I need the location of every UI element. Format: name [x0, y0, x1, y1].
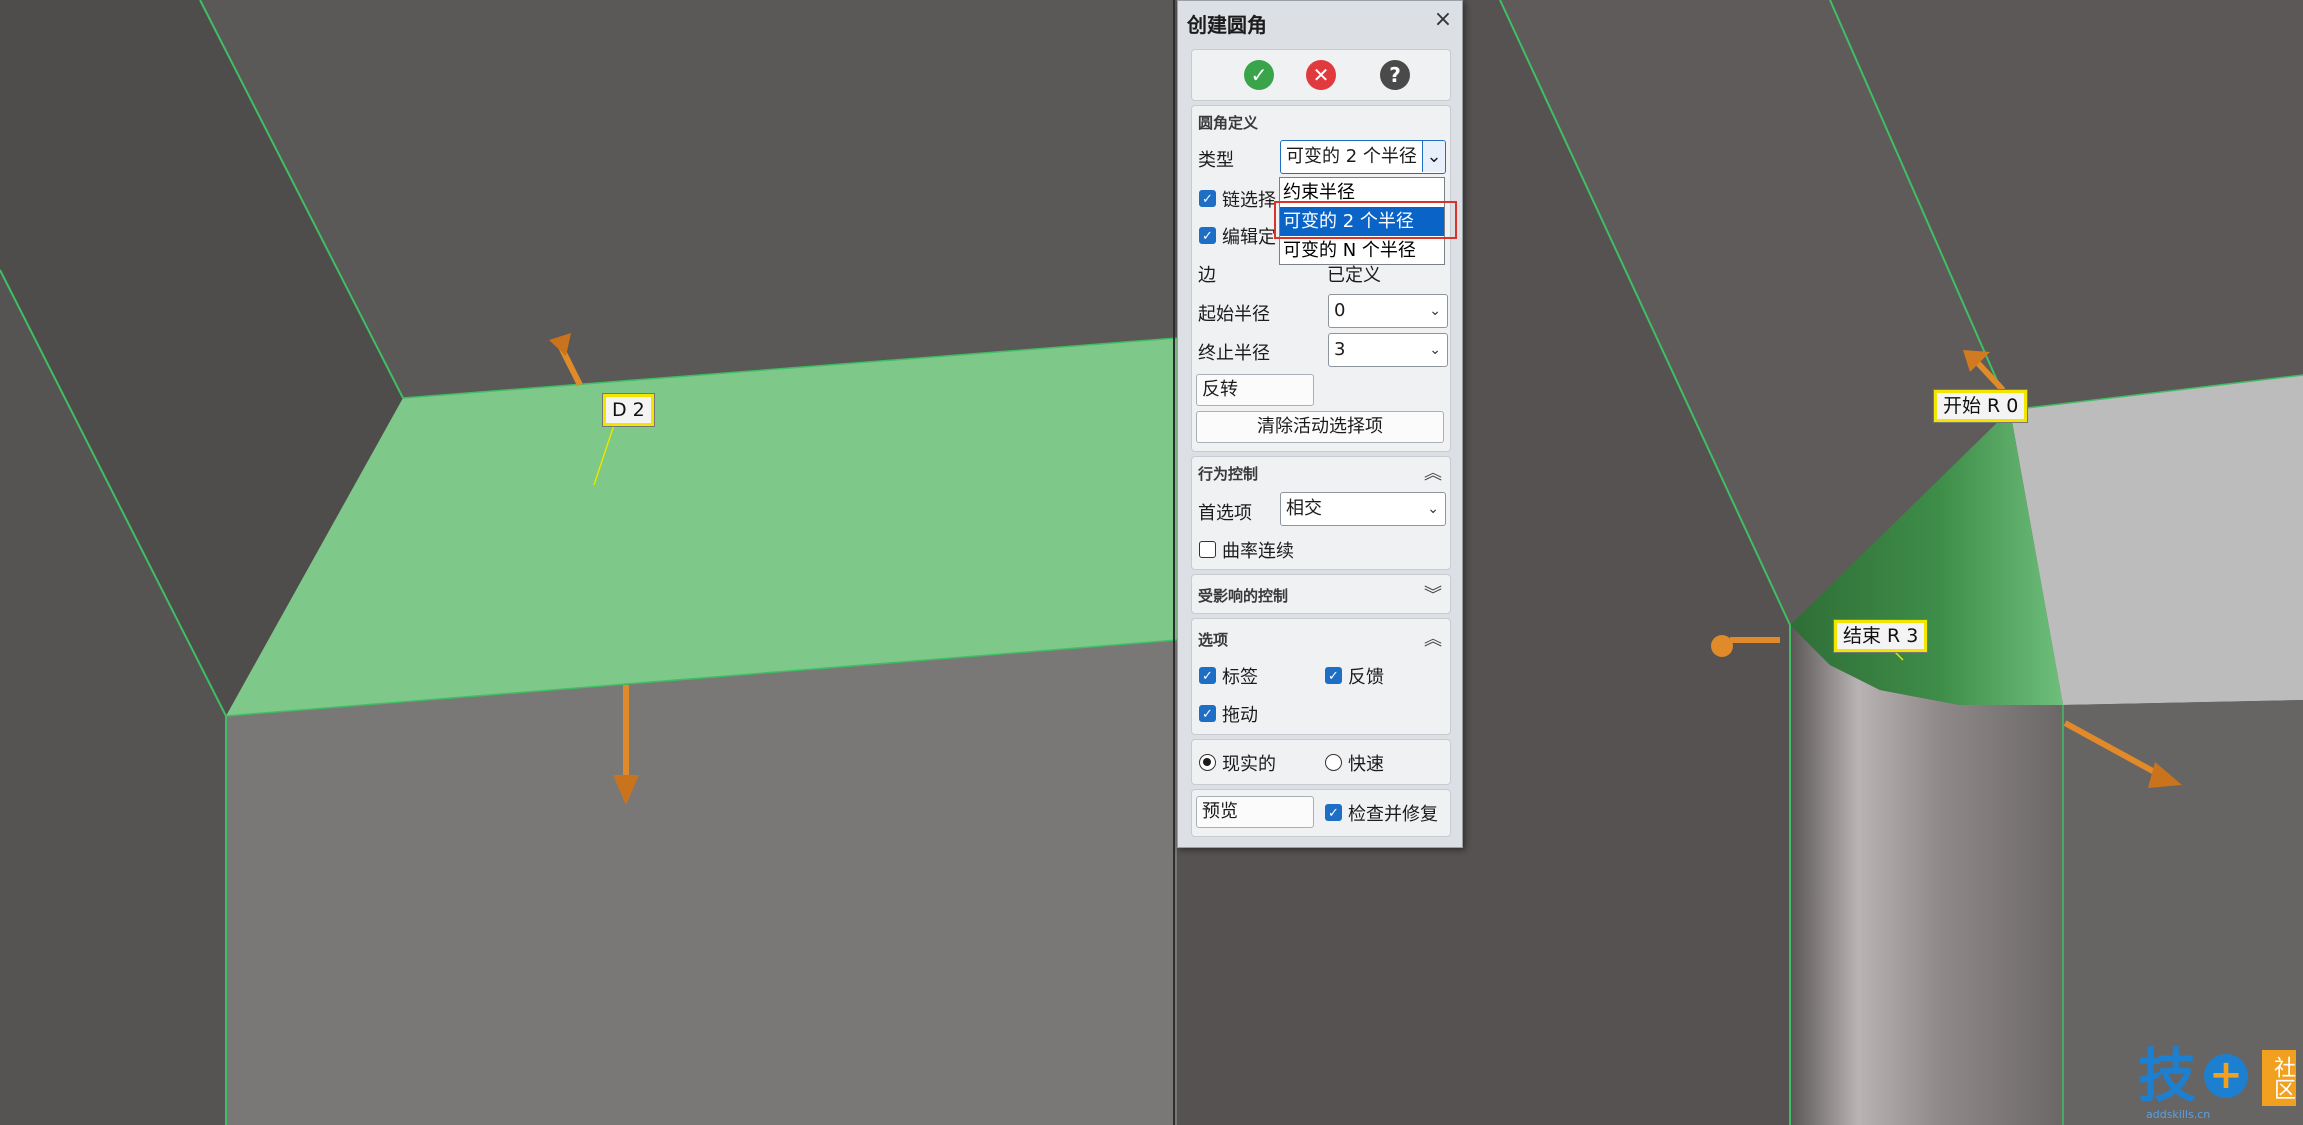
- preference-value: 相交: [1286, 498, 1322, 519]
- behavior-control-panel: 行为控制 ︽ 首选项 相交 ⌄ 曲率连续: [1191, 456, 1451, 570]
- fast-label: 快速: [1348, 754, 1384, 775]
- help-icon: ?: [1389, 63, 1401, 87]
- start-radius-select[interactable]: 0 ⌄: [1328, 294, 1448, 328]
- label-option-label: 标签: [1222, 667, 1258, 688]
- collapse-icon[interactable]: ︽: [1424, 459, 1442, 485]
- preview-button[interactable]: 预览: [1196, 796, 1314, 828]
- chevron-down-icon: ⌄: [1427, 501, 1439, 517]
- curvature-continuous-label: 曲率连续: [1222, 541, 1294, 562]
- start-radius-tag[interactable]: 开始 R 0: [1934, 390, 2028, 422]
- left-front-face: [226, 640, 1177, 1125]
- check-repair-label: 检查并修复: [1348, 804, 1438, 825]
- check-repair-checkbox[interactable]: ✓: [1325, 804, 1342, 821]
- create-fillet-dialog: 创建圆角 × ✓ ✕ ? 圆角定义 类型 可变的 2 个半径 ⌄ ✓ 链选择 ✓…: [1177, 0, 1463, 848]
- options-panel: 选项 ︽ ✓ 标签 ✓ 反馈 ✓ 拖动: [1191, 618, 1451, 735]
- logo-brand-text: 技: [2138, 1042, 2197, 1110]
- drag-option-label: 拖动: [1222, 705, 1258, 726]
- expand-icon[interactable]: ︾: [1424, 581, 1442, 607]
- cancel-button[interactable]: ✕: [1306, 60, 1336, 90]
- affected-control-title: 受影响的控制: [1198, 587, 1289, 605]
- logo-url: addskills.cn: [2146, 1108, 2211, 1121]
- end-radius-handle[interactable]: [1711, 635, 1733, 657]
- type-value: 可变的 2 个半径: [1286, 146, 1417, 167]
- realistic-radio[interactable]: [1199, 754, 1216, 771]
- render-mode-panel: 现实的 快速: [1191, 739, 1451, 785]
- end-radius-select[interactable]: 3 ⌄: [1328, 333, 1448, 367]
- type-select[interactable]: 可变的 2 个半径 ⌄: [1280, 140, 1446, 174]
- edit-checkbox[interactable]: ✓: [1199, 227, 1216, 244]
- end-radius-label: 终止半径: [1198, 343, 1270, 364]
- behavior-control-title: 行为控制: [1198, 465, 1259, 483]
- dropdown-option-variable-n-radius[interactable]: 可变的 N 个半径: [1280, 236, 1444, 265]
- realistic-label: 现实的: [1222, 754, 1276, 775]
- drag-checkbox[interactable]: ✓: [1199, 705, 1216, 722]
- preview-panel: 预览 ✓ 检查并修复: [1191, 789, 1451, 837]
- chevron-down-icon: ⌄: [1422, 141, 1445, 172]
- left-distance-tag[interactable]: D 2: [603, 394, 654, 426]
- action-bar: ✓ ✕ ?: [1191, 49, 1451, 101]
- label-checkbox[interactable]: ✓: [1199, 667, 1216, 684]
- fillet-definition-panel: 圆角定义 类型 可变的 2 个半径 ⌄ ✓ 链选择 ✓ 编辑定 边 已定义 起始…: [1191, 105, 1451, 452]
- feedback-checkbox[interactable]: ✓: [1325, 667, 1342, 684]
- chevron-down-icon: ⌄: [1429, 303, 1441, 319]
- plus-icon: +: [2204, 1054, 2248, 1098]
- fast-radio[interactable]: [1325, 754, 1342, 771]
- highlight-box: [1274, 201, 1457, 239]
- options-title: 选项: [1198, 631, 1229, 649]
- fillet-definition-title: 圆角定义: [1198, 114, 1259, 132]
- chain-select-checkbox[interactable]: ✓: [1199, 190, 1216, 207]
- chevron-down-icon: ⌄: [1429, 342, 1441, 358]
- start-radius-label: 起始半径: [1198, 304, 1270, 325]
- edge-label: 边: [1198, 265, 1216, 286]
- watermark-logo: 技 + 社区 addskills.cn: [2138, 1046, 2303, 1125]
- logo-side-text: 社区: [2262, 1050, 2296, 1106]
- reverse-button[interactable]: 反转: [1196, 374, 1314, 406]
- end-radius-tag[interactable]: 结束 R 3: [1834, 620, 1928, 652]
- ok-button[interactable]: ✓: [1244, 60, 1274, 90]
- feedback-option-label: 反馈: [1348, 667, 1384, 688]
- cancel-circle-icon: ✕: [1312, 63, 1330, 87]
- help-button[interactable]: ?: [1380, 60, 1410, 90]
- preference-select[interactable]: 相交 ⌄: [1280, 492, 1446, 526]
- curvature-continuous-checkbox[interactable]: [1199, 541, 1216, 558]
- cad-viewport[interactable]: [0, 0, 2303, 1125]
- type-label: 类型: [1198, 150, 1234, 171]
- clear-active-selection-button[interactable]: 清除活动选择项: [1196, 411, 1444, 443]
- preference-label: 首选项: [1198, 503, 1252, 524]
- close-button[interactable]: ×: [1430, 7, 1456, 33]
- end-radius-value: 3: [1334, 339, 1346, 360]
- chain-select-label: 链选择: [1222, 190, 1276, 211]
- affected-control-panel: 受影响的控制 ︾: [1191, 574, 1451, 614]
- start-radius-value: 0: [1334, 300, 1346, 321]
- collapse-icon[interactable]: ︽: [1424, 625, 1442, 651]
- check-circle-icon: ✓: [1250, 63, 1268, 87]
- edit-label: 编辑定: [1222, 227, 1276, 248]
- dialog-title: 创建圆角: [1187, 13, 1267, 37]
